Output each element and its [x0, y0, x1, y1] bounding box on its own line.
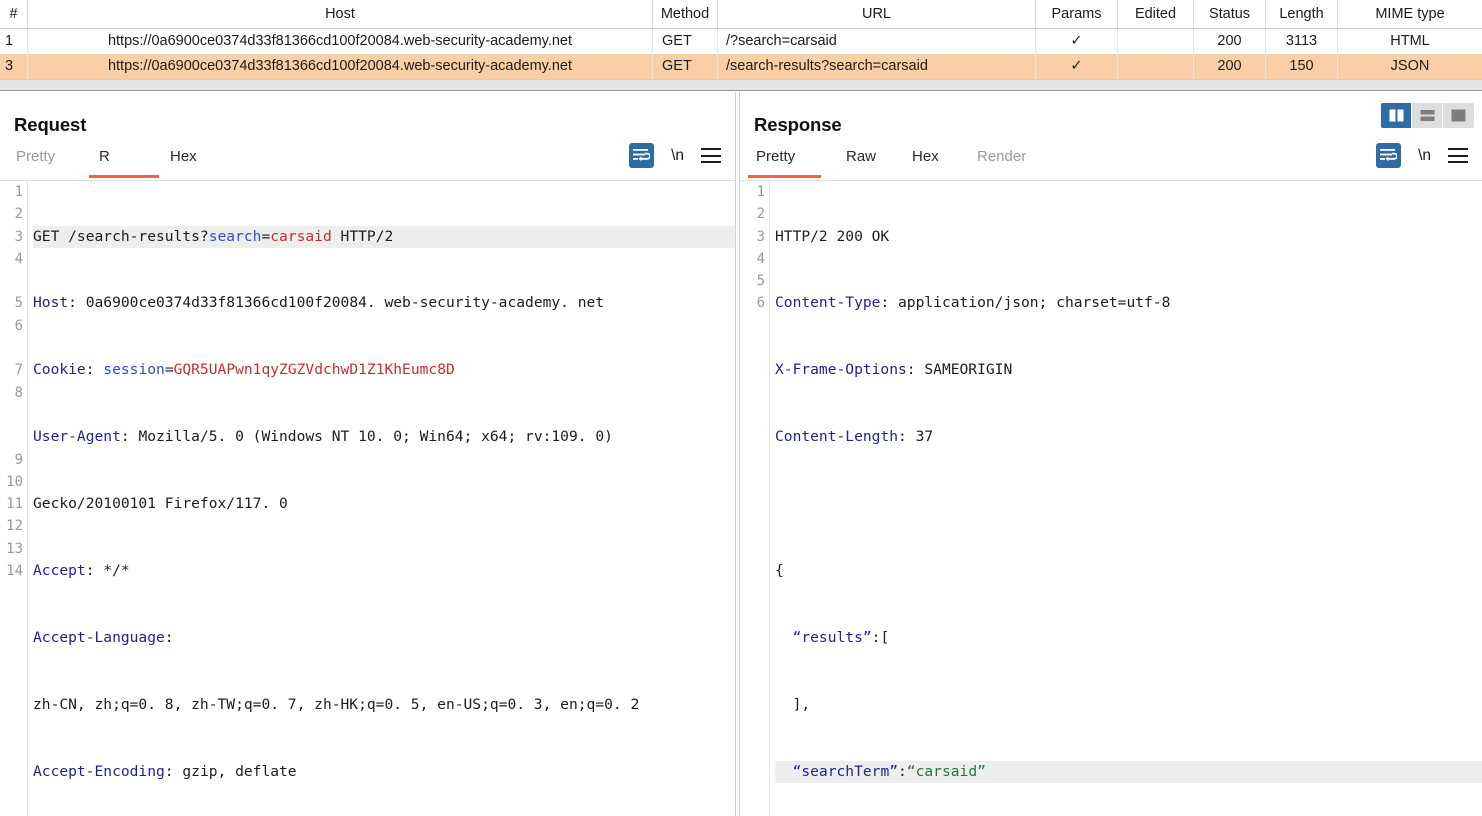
row-mime: JSON [1338, 54, 1482, 79]
row-method: GET [653, 54, 718, 79]
row-host: https://0a6900ce0374d33f81366cd100f20084… [28, 54, 653, 79]
response-body-text: HTTP/2 200 OK Content-Type: application/… [770, 181, 1482, 816]
response-tabstrip: Pretty Raw Hex Render [740, 148, 1482, 178]
response-line-8: ], [775, 694, 1482, 716]
row-mime: HTML [1338, 29, 1482, 54]
request-line-5: Accept: */* [33, 560, 735, 582]
row-edited [1118, 54, 1194, 79]
tab-request-pretty[interactable]: Pretty [14, 148, 57, 178]
newline-toggle-icon[interactable]: \n [671, 147, 684, 165]
column-header-number[interactable]: # [0, 0, 28, 28]
row-number: 3 [0, 54, 28, 79]
vertical-split-layout-button[interactable] [1381, 103, 1412, 128]
row-params-checkmark: ✓ [1036, 29, 1118, 54]
response-line-2: Content-Type: application/json; charset=… [775, 292, 1482, 314]
row-length: 150 [1266, 54, 1338, 79]
request-body-text: GET /search-results?search=carsaid HTTP/… [28, 181, 735, 816]
row-host: https://0a6900ce0374d33f81366cd100f20084… [28, 29, 653, 54]
tab-response-pretty[interactable]: Pretty [754, 148, 797, 178]
request-line-1: GET /search-results?search=carsaid HTTP/… [33, 226, 735, 248]
column-header-method[interactable]: Method [653, 0, 718, 28]
column-header-mime[interactable]: MIME type [1338, 0, 1482, 28]
response-title: Response [754, 114, 842, 136]
column-header-length[interactable]: Length [1266, 0, 1338, 28]
tab-response-raw[interactable]: Raw [844, 148, 878, 178]
request-pane: Request Pretty R Hex \n [0, 92, 735, 816]
tab-response-hex[interactable]: Hex [910, 148, 941, 178]
request-line-6-wrap: zh-CN, zh;q=0. 8, zh-TW;q=0. 7, zh-HK;q=… [33, 694, 735, 716]
row-edited [1118, 29, 1194, 54]
response-active-tab-underline [748, 175, 821, 178]
response-line-4: Content-Length: 37 [775, 426, 1482, 448]
row-method: GET [653, 29, 718, 54]
row-params-checkmark: ✓ [1036, 54, 1118, 79]
request-line-7: Accept-Encoding: gzip, deflate [33, 761, 735, 783]
request-title: Request [14, 114, 86, 136]
hamburger-menu-icon[interactable] [701, 148, 721, 163]
row-length: 3113 [1266, 29, 1338, 54]
response-toolbar: \n [1376, 143, 1468, 168]
column-header-edited[interactable]: Edited [1118, 0, 1194, 28]
table-empty-area [0, 79, 1482, 90]
word-wrap-icon[interactable] [1376, 143, 1401, 168]
request-editor[interactable]: 1234567891011121314 GET /search-results?… [0, 180, 735, 816]
response-line-7: “results”:[ [775, 627, 1482, 649]
column-header-host[interactable]: Host [28, 0, 653, 28]
table-header-row: # Host Method URL Params Edited Status L… [0, 0, 1482, 29]
layout-toggle-group [1381, 103, 1474, 128]
proxy-history-table[interactable]: # Host Method URL Params Edited Status L… [0, 0, 1482, 91]
row-status: 200 [1194, 29, 1266, 54]
request-line-6: Accept-Language: [33, 627, 735, 649]
response-line-3: X-Frame-Options: SAMEORIGIN [775, 359, 1482, 381]
tab-request-hex[interactable]: Hex [168, 148, 199, 178]
column-header-url[interactable]: URL [718, 0, 1036, 28]
row-url: /?search=carsaid [718, 29, 1036, 54]
table-row[interactable]: 1 https://0a6900ce0374d33f81366cd100f200… [0, 29, 1482, 54]
column-header-status[interactable]: Status [1194, 0, 1266, 28]
row-number: 1 [0, 29, 28, 54]
request-line-2: Host: 0a6900ce0374d33f81366cd100f20084. … [33, 292, 735, 314]
response-pane: Response Pretty Raw [740, 92, 1482, 816]
response-editor[interactable]: 123456 HTTP/2 200 OK Content-Type: appli… [740, 180, 1482, 816]
response-line-numbers: 123456 [740, 181, 770, 816]
word-wrap-icon[interactable] [629, 143, 654, 168]
request-line-3: Cookie: session=GQR5UAPwn1qyZGZVdchwD1Z1… [33, 359, 735, 381]
single-pane-layout-button[interactable] [1443, 103, 1474, 128]
column-header-params[interactable]: Params [1036, 0, 1118, 28]
row-status: 200 [1194, 54, 1266, 79]
response-line-9: “searchTerm”:“carsaid” [775, 761, 1482, 783]
response-line-1: HTTP/2 200 OK [775, 226, 1482, 248]
request-line-numbers: 1234567891011121314 [0, 181, 28, 816]
table-row-selected[interactable]: 3 https://0a6900ce0374d33f81366cd100f200… [0, 54, 1482, 79]
tab-response-render[interactable]: Render [975, 148, 1028, 178]
response-line-5 [775, 493, 1482, 515]
request-active-tab-underline [89, 175, 159, 178]
request-line-4: User-Agent: Mozilla/5. 0 (Windows NT 10.… [33, 426, 735, 448]
tab-request-raw[interactable]: R [97, 148, 112, 178]
newline-toggle-icon[interactable]: \n [1418, 147, 1431, 165]
hamburger-menu-icon[interactable] [1448, 148, 1468, 163]
response-line-6: { [775, 560, 1482, 582]
message-editor-panes: Request Pretty R Hex \n [0, 92, 1482, 816]
request-line-4-wrap: Gecko/20100101 Firefox/117. 0 [33, 493, 735, 515]
request-toolbar: \n [629, 143, 721, 168]
row-url: /search-results?search=carsaid [718, 54, 1036, 79]
horizontal-split-layout-button[interactable] [1412, 103, 1443, 128]
request-tabstrip: Pretty R Hex [0, 148, 735, 178]
